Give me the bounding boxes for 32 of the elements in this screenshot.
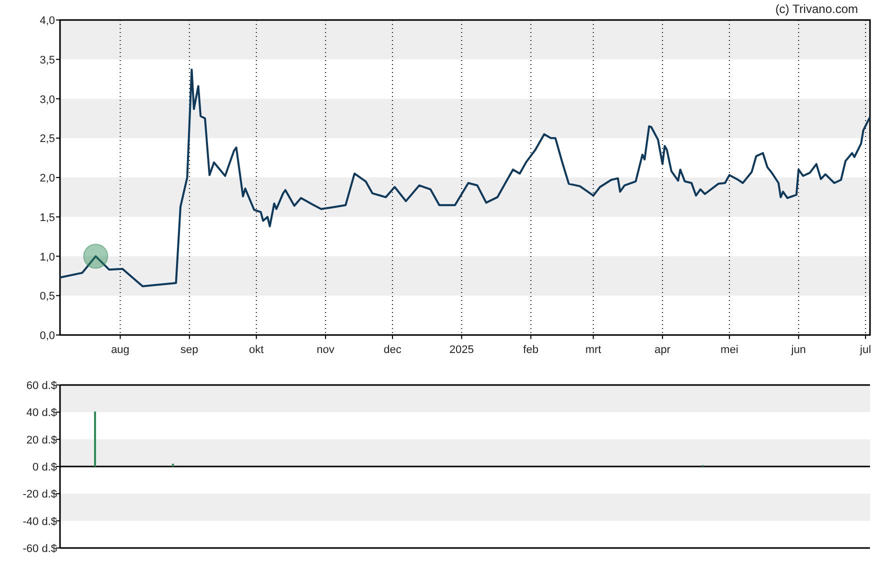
axis-label: nov [316,344,334,356]
axis-label: aug [111,344,130,356]
axis-label: 1,5 [40,212,55,224]
axis-label: 3,5 [40,54,55,66]
axis-label: sep [180,344,198,356]
axis-label: 60 d.$ [26,380,57,392]
axis-label: mei [720,344,738,356]
copyright-text: (c) Trivano.com [775,2,858,16]
axis-label: dec [384,344,402,356]
axis-label: 3,0 [40,94,55,106]
axis-label: mrt [585,344,602,356]
axis-label: -20 d.$ [22,488,57,501]
axis-label: 20 d.$ [26,434,57,446]
axis-label: jul [860,344,872,356]
axis-label: 0,5 [40,290,55,303]
axis-label: 4,0 [40,15,55,27]
axis-label: 2025 [449,344,474,356]
marker-dot [83,244,108,269]
axis-label: 40 d.$ [26,407,57,420]
axis-label: apr [654,344,670,356]
axis-label: 2,0 [40,172,55,184]
axis-label: -40 d.$ [22,516,57,528]
volume-bar [94,412,96,466]
axis-label: -60 d.$ [22,543,57,555]
axis-label: jun [791,344,806,356]
axis-label: 1,0 [40,251,55,264]
axis-label: feb [523,344,538,356]
axis-label: 2,5 [40,133,55,146]
volume-bar [172,464,174,466]
axis-label: 0,0 [40,330,55,342]
axis-label: 0 d.$ [32,462,57,474]
axis-label: okt [249,344,264,356]
